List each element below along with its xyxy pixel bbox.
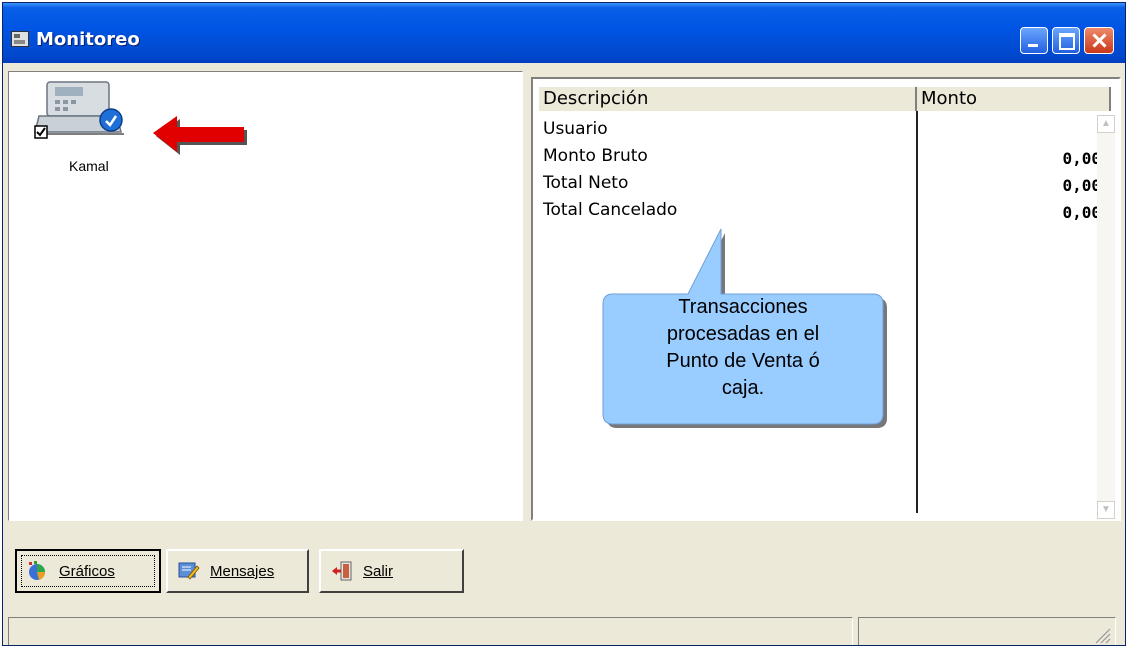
- close-button[interactable]: [1084, 27, 1114, 54]
- salir-label: Salir: [363, 563, 394, 580]
- callout-line: caja.: [721, 377, 765, 399]
- callout-line: Transacciones: [678, 296, 808, 318]
- callout-line: Punto de Venta ó: [666, 350, 820, 372]
- status-bar: [8, 617, 1116, 645]
- scroll-down-icon[interactable]: ▼: [1097, 501, 1115, 519]
- window-title: Monitoreo: [36, 29, 140, 50]
- column-header-descripcion[interactable]: Descripción: [539, 87, 917, 111]
- row-total-neto-value: 0,00: [1062, 176, 1101, 195]
- row-monto-bruto-value: 0,00: [1062, 149, 1101, 168]
- cash-register-icon[interactable]: [9, 72, 169, 192]
- callout-line: procesadas en el: [666, 323, 820, 345]
- salir-button[interactable]: Salir: [319, 549, 464, 593]
- minimize-button[interactable]: [1020, 27, 1048, 54]
- status-pane-secondary: [858, 617, 1116, 645]
- row-total-cancelado-value: 0,00: [1062, 203, 1101, 222]
- mensajes-button[interactable]: Mensajes: [166, 549, 309, 593]
- resize-grip-icon[interactable]: [1092, 625, 1112, 645]
- row-usuario-label: Usuario: [543, 119, 608, 139]
- monitoreo-window: Monitoreo Kamal Descripción Monto Usuari…: [2, 2, 1126, 646]
- title-bar[interactable]: Monitoreo: [3, 3, 1125, 63]
- app-icon[interactable]: [11, 31, 29, 47]
- callout-text: Transacciones procesadas en el Punto de …: [603, 294, 883, 402]
- status-pane-main: [8, 617, 853, 645]
- row-total-cancelado-label: Total Cancelado: [543, 200, 678, 220]
- terminal-label[interactable]: Kamal: [69, 158, 109, 174]
- row-monto-bruto-label: Monto Bruto: [543, 146, 648, 166]
- chart-pie-icon: [29, 561, 46, 580]
- vertical-scrollbar[interactable]: ▲ ▼: [1097, 115, 1115, 519]
- grid-header: Descripción Monto: [539, 87, 1111, 111]
- column-divider: [916, 111, 918, 513]
- exit-door-icon: [332, 561, 352, 581]
- graficos-button[interactable]: Gráficos: [15, 549, 161, 593]
- column-header-monto[interactable]: Monto: [917, 87, 1111, 111]
- row-total-neto-label: Total Neto: [543, 173, 629, 193]
- red-arrow-pointer: [153, 116, 247, 155]
- transactions-grid: Descripción Monto Usuario Monto Bruto 0,…: [531, 77, 1121, 521]
- terminals-panel: Kamal: [8, 71, 523, 521]
- maximize-button[interactable]: [1052, 27, 1080, 54]
- mensajes-label: Mensajes: [210, 563, 275, 580]
- graficos-label: Gráficos: [59, 563, 115, 580]
- note-pencil-icon: [178, 562, 200, 580]
- scroll-up-icon[interactable]: ▲: [1097, 115, 1115, 133]
